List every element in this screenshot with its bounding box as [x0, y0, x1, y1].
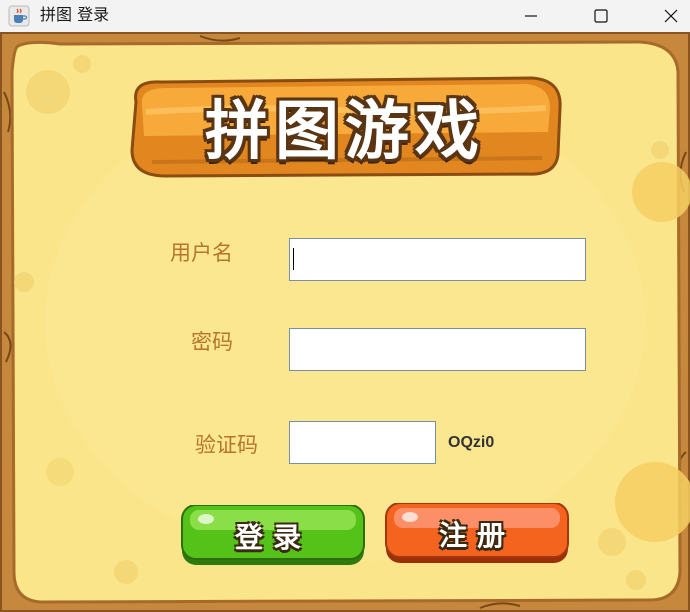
- captcha-input[interactable]: [289, 421, 436, 464]
- password-label: 密码: [191, 330, 233, 354]
- logo-title: 拼图游戏: [205, 95, 485, 169]
- captcha-code[interactable]: OQzi0: [448, 434, 494, 452]
- text-caret: [293, 248, 294, 270]
- register-button[interactable]: 注册: [384, 503, 570, 565]
- java-coffee-cup-icon: [8, 5, 30, 27]
- maximize-icon: [594, 9, 608, 23]
- password-input[interactable]: [289, 328, 586, 371]
- window-title: 拼图 登录: [40, 5, 110, 24]
- captcha-label: 验证码: [195, 433, 258, 457]
- register-button-label: 注册: [438, 519, 515, 552]
- window-title-bar[interactable]: 拼图 登录: [0, 0, 690, 33]
- close-button[interactable]: [648, 0, 690, 32]
- login-button-label: 登录: [234, 521, 311, 554]
- game-logo: 拼图游戏: [122, 72, 568, 180]
- minimize-button[interactable]: [508, 0, 554, 32]
- login-button[interactable]: 登录: [180, 505, 366, 567]
- close-icon: [664, 9, 678, 23]
- minimize-icon: [525, 15, 537, 17]
- username-input[interactable]: [289, 238, 586, 281]
- maximize-button[interactable]: [578, 0, 624, 32]
- username-label: 用户名: [170, 241, 233, 265]
